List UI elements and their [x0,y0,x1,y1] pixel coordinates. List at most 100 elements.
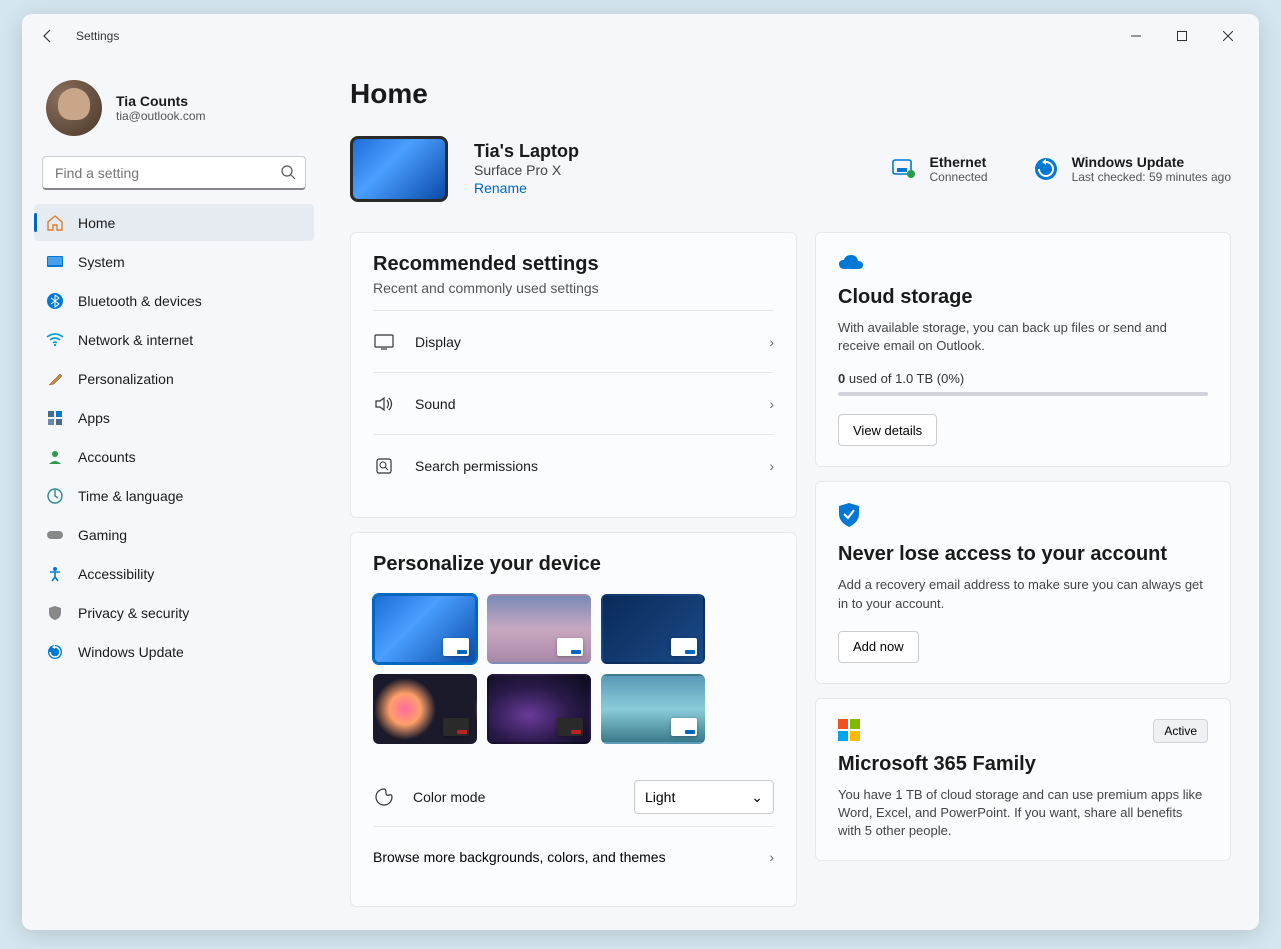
chevron-right-icon: › [769,849,774,865]
chevron-right-icon: › [769,396,774,412]
page-title: Home [350,78,1231,110]
setting-search-permissions[interactable]: Search permissions › [373,435,774,497]
maximize-button[interactable] [1159,20,1205,52]
back-button[interactable] [38,26,58,46]
setting-sound[interactable]: Sound › [373,373,774,435]
recommended-sub: Recent and commonly used settings [373,280,774,296]
ethernet-icon [890,155,918,183]
nav-list: Home System Bluetooth & devices Network … [34,204,314,670]
nav-label: Network & internet [78,332,193,348]
theme-option-2[interactable] [487,594,591,664]
bluetooth-icon [46,292,64,310]
chevron-right-icon: › [769,334,774,350]
nav-label: Personalization [78,371,174,387]
cloud-title: Cloud storage [838,286,1208,309]
network-sub: Connected [930,170,988,184]
nav-label: Gaming [78,527,127,543]
m365-card: Active Microsoft 365 Family You have 1 T… [815,698,1231,862]
nav-label: Apps [78,410,110,426]
nav-label: Home [78,215,115,231]
apps-icon [46,409,64,427]
search-input[interactable] [42,156,306,190]
sidebar-item-network[interactable]: Network & internet [34,321,314,358]
gamepad-icon [46,526,64,544]
color-mode-select[interactable]: Light ⌄ [634,780,774,814]
system-icon [46,253,64,271]
globe-clock-icon [46,487,64,505]
paintbrush-icon [46,370,64,388]
theme-option-6[interactable] [601,674,705,744]
cloud-desc: With available storage, you can back up … [838,319,1208,355]
sidebar-item-gaming[interactable]: Gaming [34,516,314,553]
setting-label: Display [415,334,749,350]
sound-icon [373,396,395,412]
network-status[interactable]: EthernetConnected [890,154,988,184]
add-now-button[interactable]: Add now [838,631,919,663]
recommended-settings-card: Recommended settings Recent and commonly… [350,232,797,518]
sidebar-item-time-language[interactable]: Time & language [34,477,314,514]
person-icon [46,448,64,466]
nav-label: Privacy & security [78,605,189,621]
sidebar-item-personalization[interactable]: Personalization [34,360,314,397]
close-button[interactable] [1205,20,1251,52]
shield-check-icon [838,515,860,532]
cloud-usage: 0 used of 1.0 TB (0%) [838,371,1208,386]
titlebar: Settings [22,14,1259,58]
update-icon [1032,155,1060,183]
nav-label: Time & language [78,488,183,504]
sidebar-item-privacy[interactable]: Privacy & security [34,594,314,631]
window-title: Settings [76,29,119,43]
avatar [46,80,102,136]
shield-icon [46,604,64,622]
minimize-button[interactable] [1113,20,1159,52]
nav-label: Windows Update [78,644,184,660]
update-icon [46,643,64,661]
wifi-icon [46,331,64,349]
profile-name: Tia Counts [116,93,206,109]
cloud-icon [838,258,864,275]
theme-option-5[interactable] [487,674,591,744]
browse-more-link[interactable]: Browse more backgrounds, colors, and the… [373,826,774,886]
chevron-down-icon: ⌄ [751,789,763,806]
m365-title: Microsoft 365 Family [838,753,1208,776]
settings-window: Settings Tia Counts tia@outlook.com [22,14,1259,930]
main-content: Home Tia's Laptop Surface Pro X Rename E… [326,58,1259,930]
recovery-title: Never lose access to your account [838,543,1208,566]
chevron-right-icon: › [769,458,774,474]
sidebar-item-apps[interactable]: Apps [34,399,314,436]
profile-email: tia@outlook.com [116,109,206,123]
nav-label: Accounts [78,449,136,465]
device-name: Tia's Laptop [474,141,579,162]
color-mode-value: Light [645,789,675,805]
sidebar-item-system[interactable]: System [34,243,314,280]
accessibility-icon [46,565,64,583]
device-model: Surface Pro X [474,162,579,178]
m365-status-badge: Active [1153,719,1208,743]
update-sub: Last checked: 59 minutes ago [1072,170,1231,184]
palette-icon [373,787,395,807]
sidebar-item-accessibility[interactable]: Accessibility [34,555,314,592]
theme-grid [373,594,774,744]
update-status[interactable]: Windows UpdateLast checked: 59 minutes a… [1032,154,1231,184]
theme-option-3[interactable] [601,594,705,664]
sidebar-item-home[interactable]: Home [34,204,314,241]
setting-display[interactable]: Display › [373,311,774,373]
search-permissions-icon [373,457,395,475]
theme-option-1[interactable] [373,594,477,664]
sidebar: Tia Counts tia@outlook.com Home System B… [22,58,326,930]
personalize-title: Personalize your device [373,553,774,576]
nav-label: Accessibility [78,566,154,582]
device-image [350,136,448,202]
device-header: Tia's Laptop Surface Pro X Rename Ethern… [350,136,1231,202]
sidebar-item-accounts[interactable]: Accounts [34,438,314,475]
theme-option-4[interactable] [373,674,477,744]
cloud-progress-bar [838,392,1208,396]
microsoft-logo-icon [838,719,860,741]
sidebar-item-bluetooth[interactable]: Bluetooth & devices [34,282,314,319]
m365-desc: You have 1 TB of cloud storage and can u… [838,786,1208,841]
sidebar-item-windows-update[interactable]: Windows Update [34,633,314,670]
rename-link[interactable]: Rename [474,180,527,196]
view-details-button[interactable]: View details [838,414,937,446]
display-icon [373,334,395,350]
profile-button[interactable]: Tia Counts tia@outlook.com [34,68,314,156]
